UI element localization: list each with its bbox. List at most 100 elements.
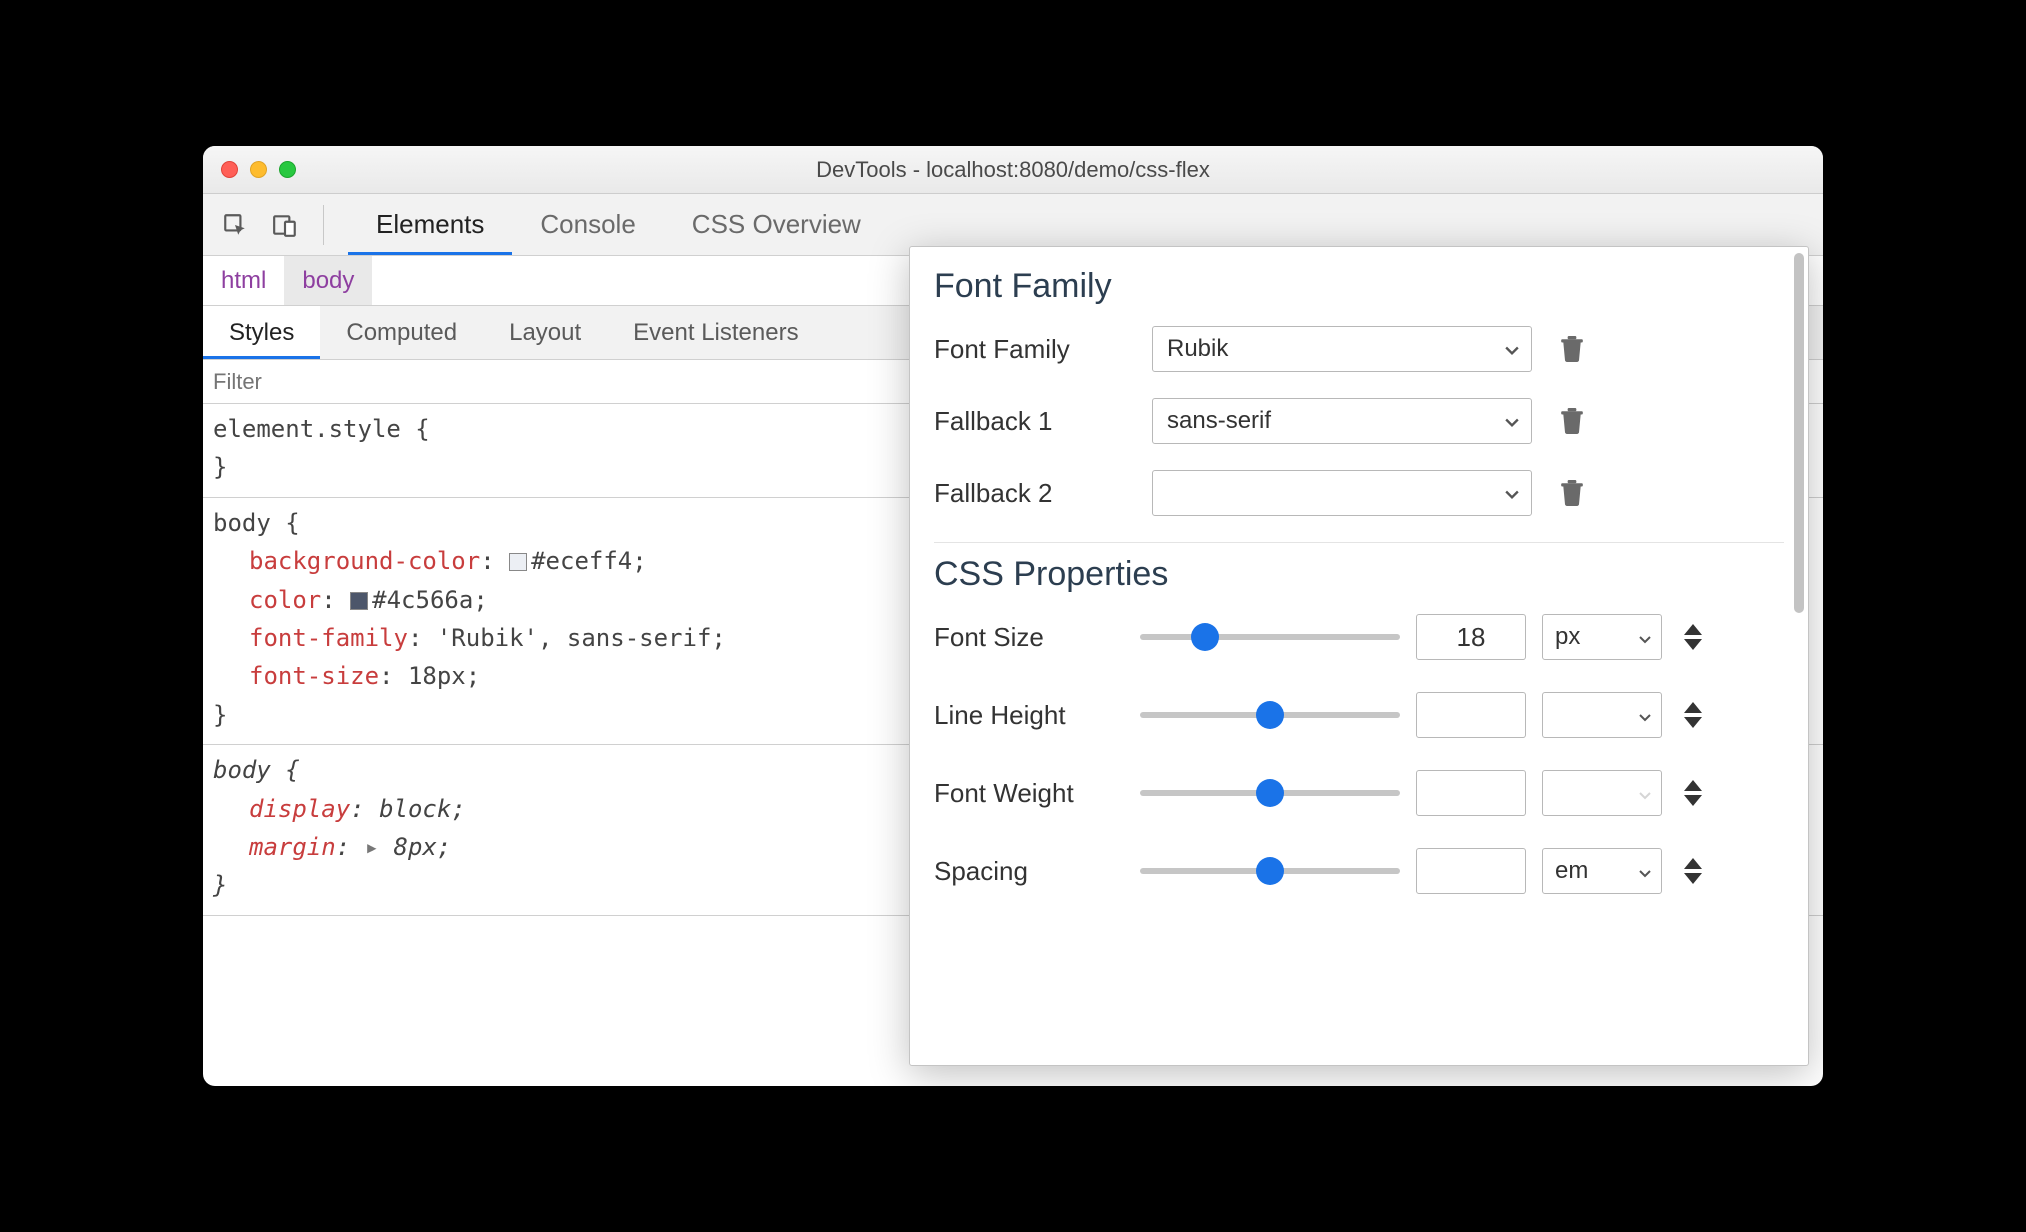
scrollbar-thumb[interactable] [1794, 253, 1804, 613]
font-family-heading: Font Family [934, 267, 1784, 306]
step-up-button[interactable] [1684, 702, 1702, 713]
crumb-label: html [221, 267, 266, 295]
delete-fallback-1-button[interactable] [1550, 399, 1594, 443]
subtab-label: Computed [346, 319, 457, 347]
font-size-stepper [1678, 624, 1708, 650]
step-down-button[interactable] [1684, 873, 1702, 884]
slider-thumb[interactable] [1256, 857, 1284, 885]
fallback-2-row: Fallback 2 [934, 470, 1784, 516]
prop-label: Line Height [934, 700, 1124, 731]
font-editor-popover: Font Family Font Family Rubik Fallback 1… [909, 246, 1809, 1066]
fallback-2-select[interactable] [1152, 470, 1532, 516]
spacing-unit-select[interactable]: em [1542, 848, 1662, 894]
subtab-computed[interactable]: Computed [320, 306, 483, 359]
unit-value: px [1555, 623, 1580, 651]
fallback-1-select[interactable]: sans-serif [1152, 398, 1532, 444]
breadcrumb-html[interactable]: html [203, 256, 284, 305]
tab-label: Elements [376, 209, 484, 240]
font-size-input[interactable] [1416, 614, 1526, 660]
window-title: DevTools - localhost:8080/demo/css-flex [203, 157, 1823, 183]
prop-label: Font Size [934, 622, 1124, 653]
subtab-layout[interactable]: Layout [483, 306, 607, 359]
font-size-slider[interactable] [1140, 634, 1400, 640]
css-prop-name[interactable]: font-family [249, 624, 408, 652]
row-label: Fallback 1 [934, 406, 1134, 437]
inspect-element-icon[interactable] [221, 211, 249, 239]
font-weight-slider[interactable] [1140, 790, 1400, 796]
tab-label: CSS Overview [692, 209, 861, 240]
select-value: sans-serif [1167, 407, 1271, 435]
delete-fallback-2-button[interactable] [1550, 471, 1594, 515]
css-prop-name[interactable]: margin [249, 833, 336, 861]
expand-icon[interactable]: ▸ [365, 833, 394, 861]
css-prop-value[interactable]: block [379, 795, 451, 823]
row-label: Fallback 2 [934, 478, 1134, 509]
step-down-button[interactable] [1684, 717, 1702, 728]
css-prop-value[interactable]: #4c566a [372, 586, 473, 614]
line-height-input[interactable] [1416, 692, 1526, 738]
chevron-down-icon [1639, 701, 1651, 729]
chevron-down-icon [1505, 407, 1519, 435]
color-swatch[interactable] [509, 553, 527, 571]
line-height-stepper [1678, 702, 1708, 728]
step-down-button[interactable] [1684, 639, 1702, 650]
step-up-button[interactable] [1684, 858, 1702, 869]
tab-css-overview[interactable]: CSS Overview [664, 194, 889, 255]
tab-label: Console [540, 209, 635, 240]
tab-elements[interactable]: Elements [348, 194, 512, 255]
panel-tabs: Elements Console CSS Overview [348, 194, 889, 255]
css-prop-value[interactable]: 8px [394, 833, 437, 861]
prop-label: Font Weight [934, 778, 1124, 809]
font-family-select[interactable]: Rubik [1152, 326, 1532, 372]
chevron-down-icon [1639, 779, 1651, 807]
css-prop-value[interactable]: #eceff4 [531, 547, 632, 575]
css-prop-value[interactable]: 'Rubik', sans-serif [437, 624, 712, 652]
subtab-label: Layout [509, 319, 581, 347]
css-prop-name[interactable]: display [249, 795, 350, 823]
tab-console[interactable]: Console [512, 194, 663, 255]
font-weight-unit-select[interactable] [1542, 770, 1662, 816]
breadcrumb-body[interactable]: body [284, 256, 372, 305]
toolbar-separator [323, 205, 324, 245]
chevron-down-icon [1639, 857, 1651, 885]
subtab-label: Styles [229, 319, 294, 347]
spacing-input[interactable] [1416, 848, 1526, 894]
step-down-button[interactable] [1684, 795, 1702, 806]
select-value: Rubik [1167, 335, 1228, 363]
line-height-unit-select[interactable] [1542, 692, 1662, 738]
step-up-button[interactable] [1684, 780, 1702, 791]
css-prop-name[interactable]: color [249, 586, 321, 614]
line-height-slider[interactable] [1140, 712, 1400, 718]
chevron-down-icon [1505, 479, 1519, 507]
devtools-window: DevTools - localhost:8080/demo/css-flex … [203, 146, 1823, 1086]
device-toolbar-icon[interactable] [271, 211, 299, 239]
slider-thumb[interactable] [1191, 623, 1219, 651]
color-swatch[interactable] [350, 592, 368, 610]
font-size-unit-select[interactable]: px [1542, 614, 1662, 660]
fallback-1-row: Fallback 1 sans-serif [934, 398, 1784, 444]
font-size-row: Font Size px [934, 614, 1784, 660]
subtab-styles[interactable]: Styles [203, 306, 320, 359]
spacing-row: Spacing em [934, 848, 1784, 894]
chevron-down-icon [1505, 335, 1519, 363]
slider-thumb[interactable] [1256, 701, 1284, 729]
chevron-down-icon [1639, 623, 1651, 651]
crumb-label: body [302, 267, 354, 295]
font-family-row: Font Family Rubik [934, 326, 1784, 372]
subtab-label: Event Listeners [633, 319, 798, 347]
css-properties-heading: CSS Properties [934, 555, 1784, 594]
step-up-button[interactable] [1684, 624, 1702, 635]
css-prop-name[interactable]: font-size [249, 662, 379, 690]
spacing-slider[interactable] [1140, 868, 1400, 874]
css-prop-value[interactable]: 18px [408, 662, 466, 690]
slider-thumb[interactable] [1256, 779, 1284, 807]
css-prop-name[interactable]: background-color [249, 547, 480, 575]
delete-font-button[interactable] [1550, 327, 1594, 371]
spacing-stepper [1678, 858, 1708, 884]
prop-label: Spacing [934, 856, 1124, 887]
titlebar: DevTools - localhost:8080/demo/css-flex [203, 146, 1823, 194]
subtab-event-listeners[interactable]: Event Listeners [607, 306, 824, 359]
row-label: Font Family [934, 334, 1134, 365]
line-height-row: Line Height [934, 692, 1784, 738]
font-weight-input[interactable] [1416, 770, 1526, 816]
